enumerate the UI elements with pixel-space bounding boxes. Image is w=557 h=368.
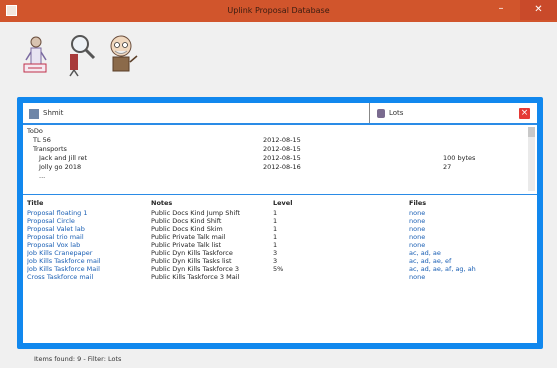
filter-icon <box>377 109 385 118</box>
cell-notes: Public Private Talk list <box>151 241 222 249</box>
search-icon <box>29 109 39 119</box>
tree-item[interactable]: Jack and Jill ret <box>39 154 87 163</box>
close-icon: ✕ <box>534 4 543 15</box>
cell-title[interactable]: Job Kills Taskforce Mail <box>27 265 147 273</box>
table-row[interactable]: Job Kills Taskforce Mail Public Dyn Kill… <box>23 265 537 273</box>
search-bar: Shmit Lots × <box>23 103 537 125</box>
column-header-notes[interactable]: Notes <box>151 199 172 207</box>
cell-title[interactable]: Proposal Valet lab <box>27 225 147 233</box>
cell-level: 1 <box>273 241 278 249</box>
close-button[interactable]: ✕ <box>520 0 557 20</box>
cell-notes: Public Docs Kind Skim <box>151 225 223 233</box>
cell-level: 5% <box>273 265 284 273</box>
cell-notes: Public Dyn Kills Taskforce <box>151 249 233 257</box>
column-header-files[interactable]: Files <box>409 199 426 207</box>
cell-notes: Public Dyn Kills Taskforce 3 <box>151 265 240 273</box>
split-divider[interactable] <box>23 194 537 195</box>
cell-title[interactable]: Proposal floating 1 <box>27 209 147 217</box>
filter-input[interactable]: Lots <box>389 109 403 117</box>
cell-files[interactable]: none <box>409 241 535 249</box>
cell-level: 1 <box>273 209 278 217</box>
cell-title[interactable]: Proposal Vox lab <box>27 241 147 249</box>
column-header-level[interactable]: Level <box>273 199 292 207</box>
tree-item-date: 2012-08-15 <box>263 154 301 162</box>
tree-item[interactable]: TL 56 <box>33 136 51 145</box>
table-row[interactable]: Cross Taskforce mail Public Kills Taskfo… <box>23 273 537 281</box>
cell-level: 3 <box>273 249 278 257</box>
table-row[interactable]: Proposal Vox lab Public Private Talk lis… <box>23 241 537 249</box>
cell-notes: Public Private Talk mail <box>151 233 226 241</box>
cell-files[interactable]: none <box>409 233 535 241</box>
cell-notes: Public Docs Kind Jump Shift <box>151 209 241 217</box>
magnifier-icon <box>69 35 96 77</box>
cell-files[interactable]: ac, ad, ae, af, ag, ah <box>409 265 535 273</box>
cell-files[interactable]: ac, ad, ae, ef <box>409 257 535 265</box>
old-man-icon <box>110 35 138 72</box>
table-row[interactable]: Proposal Circle Public Docs Kind Shift 1… <box>23 217 537 225</box>
table-row[interactable]: Proposal floating 1 Public Docs Kind Jum… <box>23 209 537 217</box>
tree-item-date: 2012-08-15 <box>263 136 301 144</box>
tree-scrollbar[interactable] <box>528 127 535 191</box>
nurse-icon <box>23 36 47 73</box>
tree-item-label: Transports <box>33 145 67 153</box>
tree-item[interactable]: ... <box>39 172 45 181</box>
cell-notes: Public Docs Kind Shift <box>151 217 222 225</box>
cell-files[interactable]: none <box>409 209 535 217</box>
tree-item-date: 2012-08-15 <box>263 145 301 153</box>
tool-magnifier[interactable] <box>64 32 98 78</box>
cell-notes: Public Kills Taskforce 3 Mail <box>151 273 240 281</box>
tree-item-date: 2012-08-16 <box>263 163 301 171</box>
tree-item[interactable]: Jolly go 2018 <box>39 163 81 172</box>
column-header-title[interactable]: Title <box>27 199 43 207</box>
cell-title[interactable]: Job Kills Taskforce mail <box>27 257 147 265</box>
table-row[interactable]: Job Kills Taskforce mail Public Dyn Kill… <box>23 257 537 265</box>
search-input[interactable]: Shmit <box>43 109 63 117</box>
tree-root[interactable]: ToDo <box>27 127 43 136</box>
tree-item-size: 27 <box>443 163 452 171</box>
cell-title[interactable]: Proposal trio mail <box>27 233 147 241</box>
toolbar <box>18 22 538 88</box>
tree-item-label: Jolly go 2018 <box>39 163 82 171</box>
minimize-button[interactable]: – <box>490 0 512 20</box>
cell-level: 1 <box>273 217 278 225</box>
cell-files[interactable]: none <box>409 225 535 233</box>
table-row[interactable]: Proposal Valet lab Public Docs Kind Skim… <box>23 225 537 233</box>
tree-item-label: ... <box>39 172 46 180</box>
window-title: Uplink Proposal Database <box>227 6 330 15</box>
search-divider <box>369 103 370 123</box>
cell-level: 3 <box>273 257 278 265</box>
application-window: Uplink Proposal Database – ✕ Shmit Lots … <box>0 0 557 368</box>
close-icon: × <box>520 108 529 118</box>
table-row[interactable]: Job Kills Cranepaper Public Dyn Kills Ta… <box>23 249 537 257</box>
cell-title[interactable]: Cross Taskforce mail <box>27 273 147 281</box>
tree-item-size: 100 bytes <box>443 154 476 162</box>
filter-field[interactable]: Lots × <box>375 108 535 120</box>
cell-notes: Public Dyn Kills Tasks list <box>151 257 232 265</box>
tool-nurse[interactable] <box>22 32 56 78</box>
clear-filter-button[interactable]: × <box>519 108 530 119</box>
tree-item[interactable]: Transports <box>33 145 67 154</box>
main-panel-content: Shmit Lots × ToDo TL 56 2012-08-15 Trans… <box>23 103 537 343</box>
cell-title[interactable]: Proposal Circle <box>27 217 147 225</box>
status-bar: Items found: 9 - Filter: Lots <box>0 352 557 368</box>
cell-files[interactable]: none <box>409 217 535 225</box>
tree-item-label: TL 56 <box>33 136 51 144</box>
results-table: Title Notes Level Files Proposal floatin… <box>23 199 537 343</box>
tree-view[interactable]: ToDo TL 56 2012-08-15 Transports 2012-08… <box>23 125 537 195</box>
tree-root-label: ToDo <box>27 127 43 135</box>
cell-files[interactable]: ac, ad, ae <box>409 249 535 257</box>
tree-scrollbar-thumb[interactable] <box>528 127 535 137</box>
tree-item-label: Jack and Jill ret <box>39 154 88 162</box>
table-row[interactable]: Proposal trio mail Public Private Talk m… <box>23 233 537 241</box>
tool-old-man[interactable] <box>104 32 138 78</box>
main-panel: Shmit Lots × ToDo TL 56 2012-08-15 Trans… <box>17 97 543 349</box>
cell-level: 1 <box>273 233 278 241</box>
cell-files[interactable]: none <box>409 273 535 281</box>
cell-level: 1 <box>273 225 278 233</box>
status-text: Items found: 9 - Filter: Lots <box>34 355 122 363</box>
title-bar[interactable]: Uplink Proposal Database – ✕ <box>0 0 557 22</box>
cell-title[interactable]: Job Kills Cranepaper <box>27 249 147 257</box>
